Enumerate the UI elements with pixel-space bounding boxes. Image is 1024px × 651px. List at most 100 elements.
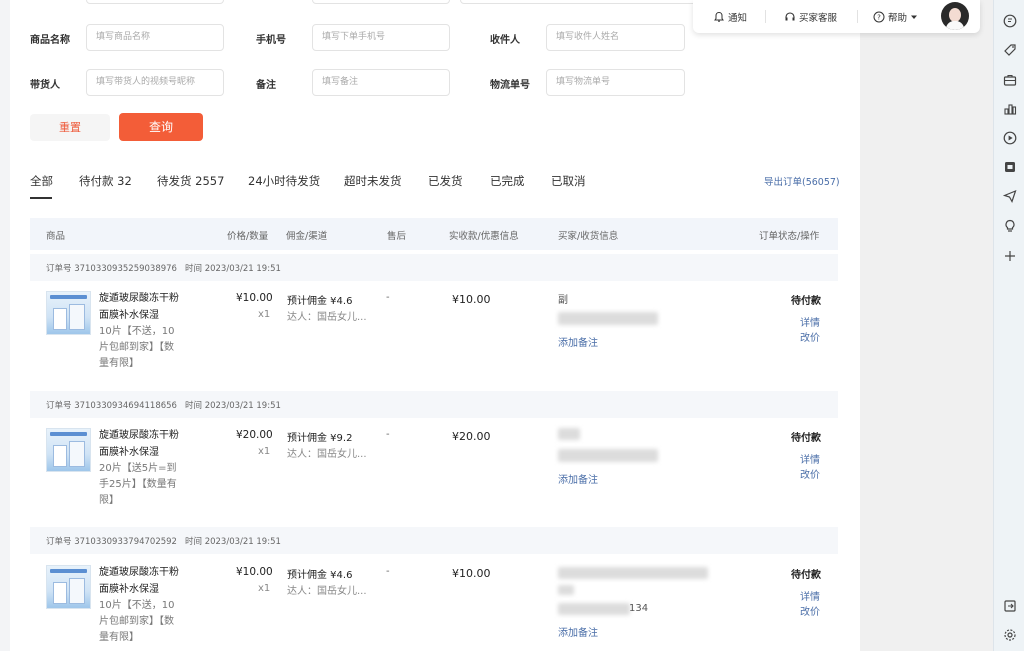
chat-icon[interactable] (1002, 13, 1017, 28)
buyer-info-blurred (558, 585, 574, 595)
buyer-service-button[interactable]: 买家客服 (784, 10, 837, 24)
detail-link[interactable]: 详情 (800, 588, 820, 603)
order-time: 时间 2023/03/21 19:51 (185, 537, 281, 547)
tab-shipped[interactable]: 已发货 (428, 173, 463, 189)
header-commission: 佣金/渠道 (286, 231, 328, 242)
order-status: 待付款 (791, 296, 821, 307)
exit-icon[interactable] (1002, 598, 1017, 613)
top-filter-input-2[interactable] (312, 0, 450, 4)
promoter-input[interactable]: 填写带货人的视频号昵称 (86, 69, 224, 96)
order-time: 时间 2023/03/21 19:51 (185, 401, 281, 411)
product-thumbnail[interactable] (46, 291, 91, 335)
notify-button[interactable]: 通知 (713, 10, 747, 24)
phone-input[interactable]: 填写下单手机号 (312, 24, 450, 51)
buyer-info-blurred (558, 567, 708, 579)
channel: 达人：国岳女儿... (287, 312, 367, 323)
product-thumbnail[interactable] (46, 428, 91, 472)
spec-line: 限】 (99, 495, 119, 506)
reset-button[interactable]: 重置 (30, 114, 110, 141)
tag-icon[interactable] (1002, 42, 1017, 57)
tab-pending-payment[interactable]: 待付款 32 (79, 173, 132, 189)
order-number: 订单号 3710330933794702592 (46, 537, 177, 547)
order-time: 时间 2023/03/21 19:51 (185, 264, 281, 274)
remark-input[interactable]: 填写备注 (312, 69, 450, 96)
product-name-line: 面膜补水保湿 (99, 584, 159, 595)
commission: 预计佣金 ¥4.6 (287, 570, 353, 581)
plus-icon[interactable] (1002, 248, 1017, 263)
top-filter-input-3[interactable] (460, 0, 700, 4)
product-name-line: 旋遁玻尿酸冻干粉 (99, 567, 179, 578)
spec-line: 片包邮到家】【数 (99, 616, 174, 627)
recipient-input[interactable]: 填写收件人姓名 (546, 24, 685, 51)
change-price-link[interactable]: 改价 (800, 329, 820, 344)
buyer-info-blurred (558, 428, 580, 440)
filter-label-remark: 备注 (256, 80, 276, 91)
after-sale-value: - (386, 292, 390, 303)
tab-all[interactable]: 全部 (30, 173, 53, 189)
product-spec: 10片【不送，10 片包邮到家】【数 量有限】 (99, 598, 189, 646)
product-name[interactable]: 旋遁玻尿酸冻干粉 面膜补水保湿 (99, 564, 189, 598)
change-price-link[interactable]: 改价 (800, 603, 820, 618)
notify-label: 通知 (728, 13, 748, 24)
spec-line: 量有限】 (99, 358, 139, 369)
buyer-info-blurred (558, 312, 658, 325)
spec-line: 量有限】 (99, 632, 139, 643)
header-product: 商品 (46, 231, 66, 242)
product-name-input[interactable]: 填写商品名称 (86, 24, 224, 51)
tab-pending-shipment[interactable]: 待发货 2557 (157, 173, 224, 189)
buyer-info-blurred (558, 603, 630, 615)
tab-24h-shipment[interactable]: 24小时待发货 (248, 173, 320, 189)
chart-icon[interactable] (1002, 101, 1017, 116)
query-button[interactable]: 查询 (119, 113, 203, 141)
after-sale-value: - (386, 566, 390, 577)
buyer-service-label: 买家客服 (799, 13, 838, 24)
send-icon[interactable] (1002, 188, 1017, 203)
commission: 预计佣金 ¥4.6 (287, 296, 353, 307)
filter-label-phone: 手机号 (256, 35, 286, 46)
product-name[interactable]: 旋遁玻尿酸冻干粉 面膜补水保湿 (99, 427, 189, 461)
commission: 预计佣金 ¥9.2 (287, 433, 353, 444)
bulb-icon[interactable] (1002, 218, 1017, 233)
export-orders-link[interactable]: 导出订单(56057) (764, 174, 840, 188)
item-qty: x1 (258, 446, 271, 457)
settings-icon[interactable] (1002, 627, 1017, 642)
order-bar: 订单号 3710330934694118656 时间 2023/03/21 19… (30, 391, 838, 418)
add-note-link[interactable]: 添加备注 (558, 471, 598, 486)
order-number: 订单号 3710330935259038976 (46, 264, 177, 274)
main-panel: 商品名称 填写商品名称 手机号 填写下单手机号 收件人 填写收件人姓名 带货人 … (10, 0, 860, 651)
tab-overdue[interactable]: 超时未发货 (344, 173, 402, 189)
product-name-line: 面膜补水保湿 (99, 310, 159, 321)
help-button[interactable]: ? 帮助 (873, 10, 918, 24)
tracking-number-input[interactable]: 填写物流单号 (546, 69, 685, 96)
tab-cancelled[interactable]: 已取消 (551, 173, 586, 189)
filter-label-product-name: 商品名称 (30, 35, 70, 46)
change-price-link[interactable]: 改价 (800, 466, 820, 481)
user-avatar[interactable] (941, 2, 969, 30)
caret-down-icon (911, 15, 918, 19)
order-bar: 订单号 3710330935259038976 时间 2023/03/21 19… (30, 254, 838, 281)
buyer-info-blurred (558, 449, 658, 462)
detail-link[interactable]: 详情 (800, 451, 820, 466)
paid-amount: ¥10.00 (452, 567, 491, 580)
paid-amount: ¥10.00 (452, 293, 491, 306)
spec-line: 20片【送5片=到 (99, 463, 177, 474)
product-name[interactable]: 旋遁玻尿酸冻干粉 面膜补水保湿 (99, 290, 189, 324)
briefcase-icon[interactable] (1002, 72, 1017, 87)
filter-label-recipient: 收件人 (490, 35, 520, 46)
channel: 达人：国岳女儿... (287, 586, 367, 597)
shop-icon[interactable] (1002, 159, 1017, 174)
top-filter-input-1[interactable] (86, 0, 224, 4)
add-note-link[interactable]: 添加备注 (558, 624, 598, 639)
top-floating-bar: 通知 买家客服 ? 帮助 (693, 0, 980, 33)
header-after-sale: 售后 (387, 231, 407, 242)
side-gray-area (860, 0, 993, 651)
tab-completed[interactable]: 已完成 (490, 173, 525, 189)
buyer-info-text: 副 (558, 295, 568, 306)
product-thumbnail[interactable] (46, 565, 91, 609)
header-price-qty: 价格/数量 (227, 231, 269, 242)
play-icon[interactable] (1002, 130, 1017, 145)
add-note-link[interactable]: 添加备注 (558, 334, 598, 349)
item-qty: x1 (258, 309, 271, 320)
channel: 达人：国岳女儿... (287, 449, 367, 460)
detail-link[interactable]: 详情 (800, 314, 820, 329)
